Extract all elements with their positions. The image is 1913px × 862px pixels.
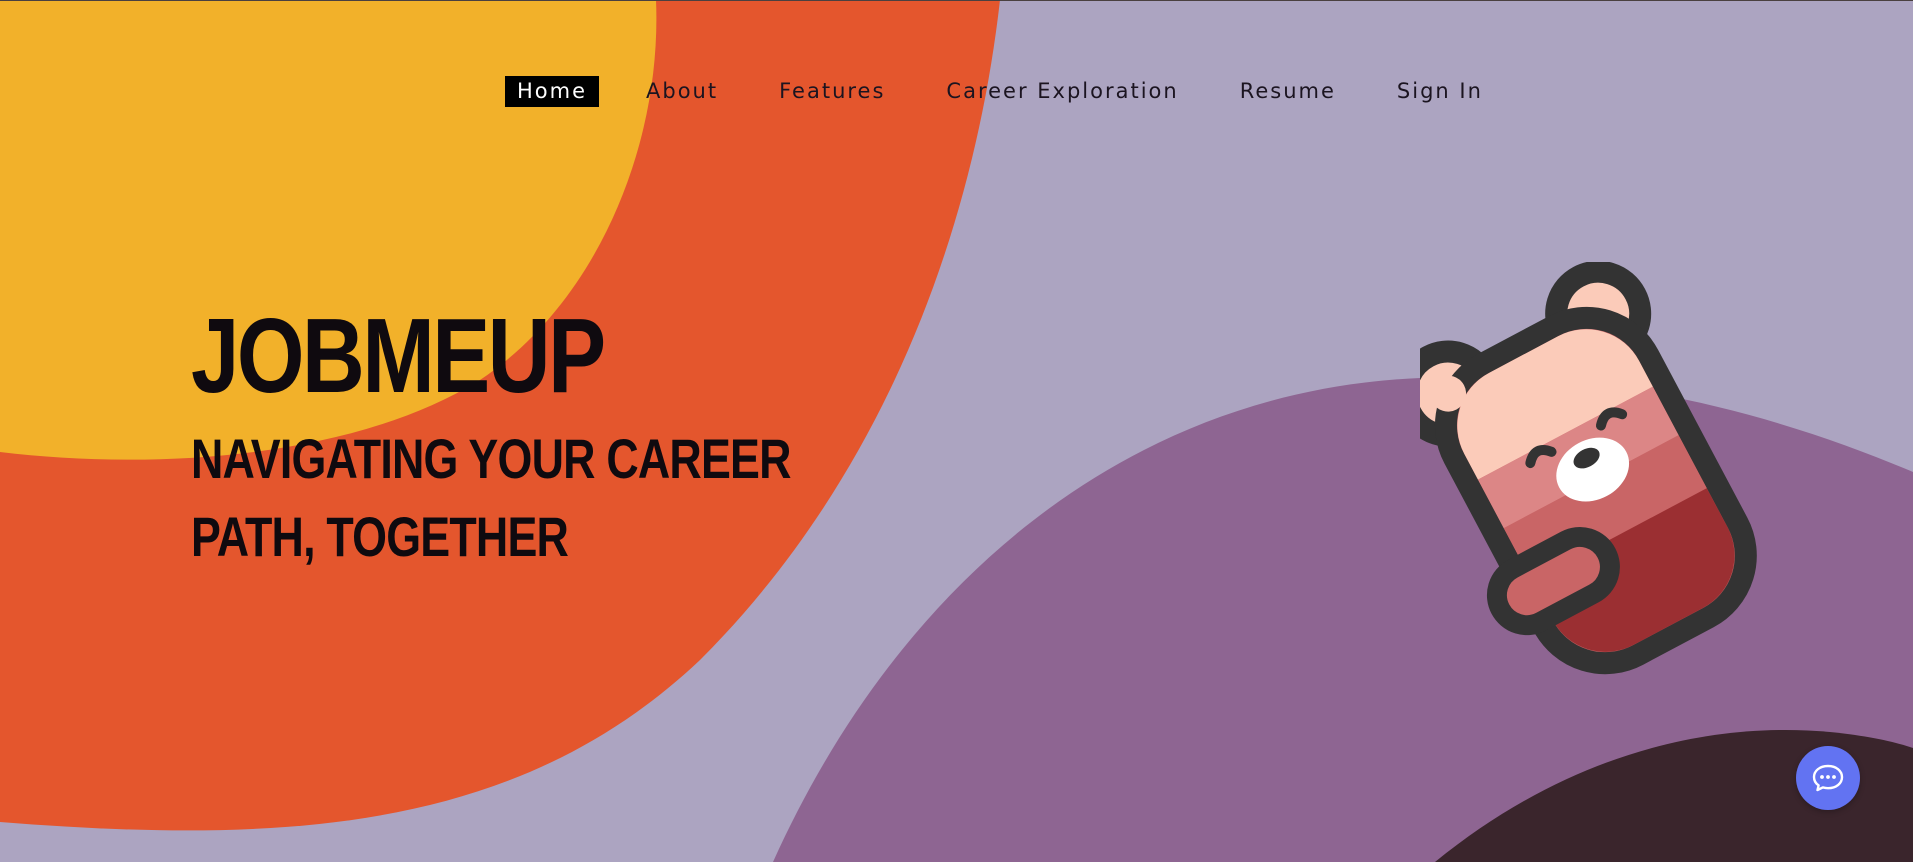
chat-bubble-icon <box>1812 764 1844 792</box>
chat-button[interactable] <box>1796 746 1860 810</box>
landing-page: Home About Features Career Exploration R… <box>0 0 1913 862</box>
bear-mascot-icon <box>1420 262 1757 675</box>
nav-about[interactable]: About <box>646 76 718 107</box>
nav-career-exploration[interactable]: Career Exploration <box>946 76 1178 107</box>
nav-sign-in[interactable]: Sign In <box>1397 76 1483 107</box>
main-nav: Home About Features Career Exploration R… <box>505 76 1483 107</box>
nav-resume[interactable]: Resume <box>1240 76 1336 107</box>
hero-section: JOBMEUP NAVIGATING YOUR CAREER PATH, TOG… <box>191 296 1091 576</box>
hero-title: JOBMEUP <box>191 297 606 415</box>
nav-features[interactable]: Features <box>779 76 885 107</box>
nav-home[interactable]: Home <box>505 76 600 107</box>
hero-subtitle: NAVIGATING YOUR CAREER PATH, TOGETHER <box>191 427 792 568</box>
